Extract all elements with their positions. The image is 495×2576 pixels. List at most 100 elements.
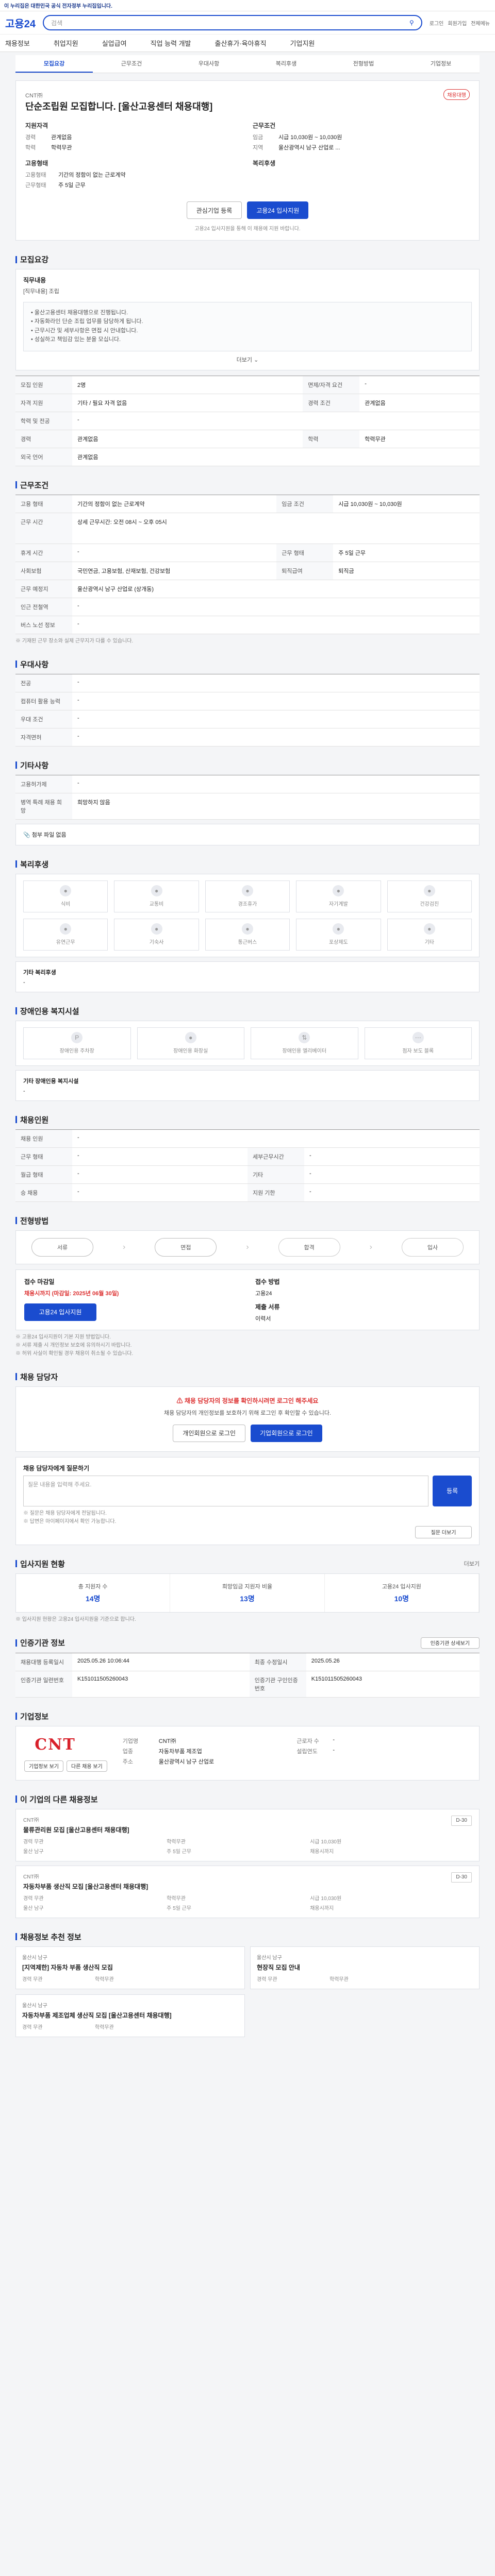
etc-section-title: 기타사항 [15, 760, 480, 771]
tab-company[interactable]: 기업정보 [402, 55, 480, 73]
table-row: 버스 노선 정보 - [15, 616, 480, 634]
nav-training[interactable]: 직업 능력 개발 [151, 38, 191, 48]
disabled-etc-label: 기타 장애인용 복지시설 [23, 1078, 79, 1084]
company-title: 기업정보 [20, 1712, 49, 1721]
nav-jobs[interactable]: 채용정보 [5, 38, 30, 48]
note-item: • 자동화라인 단순 조립 업무를 담당하게 됩니다. [31, 318, 143, 325]
list-item[interactable]: CNT㈜ 물류관리원 모집 [울산고용센터 채용대행] 경력 무관 학력무관 시급 … [15, 1808, 480, 1861]
facility-item: ⇅ 장애인용 엘리베이터 [251, 1027, 358, 1059]
job-desc-text: [직무내용] 조립 [23, 289, 59, 295]
deadline-value: 채용시까지 (마감일: 2025년 06월 30일) [24, 1290, 119, 1297]
info-title: 인증기관 정보 [20, 1639, 65, 1648]
welfare-title: 복리후생 [20, 860, 49, 869]
status-more-link[interactable]: 더보기 [464, 1560, 480, 1568]
cond-key: 지역 [253, 145, 263, 151]
list-title[interactable]: 물류관리원 모집 [울산고용센터 채용대행] [23, 1825, 451, 1834]
stat-total: 총 지원자 수 14명 [16, 1573, 171, 1612]
question-submit-button[interactable]: 등록 [433, 1475, 472, 1506]
worktime-section-title: 채용인원 [15, 1114, 480, 1125]
table-row: 인근 전철역 - [15, 598, 480, 616]
table-row: 우대 조건 - [15, 710, 480, 728]
interest-button[interactable]: 관심기업 등록 [186, 201, 242, 219]
company-card: CNT 기업정보 보기 다른 채용 보기 기업명 CNT㈜ 근로자 수- 업종 자동차… [15, 1725, 480, 1781]
list-item[interactable]: 울산시 남구 [지역제한] 자동차 부품 생산직 모집 경력 무관 학력무관 [15, 1946, 245, 1989]
search-icon[interactable]: ⚲ [409, 19, 414, 26]
tab-process[interactable]: 전형방법 [325, 55, 402, 73]
gov-banner: 이 누리집은 대한민국 공식 전자정부 누리집입니다. [0, 0, 495, 11]
personal-login-button[interactable]: 개인회원으로 로그인 [173, 1424, 245, 1442]
bus-icon: ● [241, 923, 253, 935]
chevron-down-icon: ⌄ [254, 357, 259, 363]
list-title[interactable]: [지역제한] 자동차 부품 생산직 모집 [22, 1963, 238, 1972]
recruit-section-title: 모집요강 [15, 254, 480, 265]
question-notes: ※ 질문은 채용 담당자에게 전달됩니다. ※ 답변은 마이페이지에서 확인 가… [23, 1510, 117, 1524]
list-title[interactable]: 자동차부품 제조업체 생산직 모집 [울산고용센터 채용대행] [22, 2011, 238, 2020]
prefer-section-title: 우대사항 [15, 659, 480, 670]
welfare-item: ● 통근버스 [205, 918, 290, 951]
table-row: 승 채용 - 지원 기한 - [15, 1183, 480, 1202]
apply-button[interactable]: 고용24 입사지원 [247, 201, 309, 219]
list-item[interactable]: CNT㈜ 자동차부품 생산직 모집 [울산고용센터 채용대행] 경력 무관 학력무… [15, 1865, 480, 1918]
site-logo[interactable]: 고용24 [5, 15, 36, 30]
list-company: CNT㈜ [23, 1874, 39, 1880]
worktime-title: 채용인원 [20, 1115, 49, 1125]
menu-link[interactable]: 전체메뉴 [471, 19, 490, 27]
list-item[interactable]: 울산시 남구 현장직 모집 안내 경력 무관 학력무관 [250, 1946, 480, 1989]
welfare-etc-label: 기타 복리후생 [23, 969, 56, 976]
attach-text: 첨부 파일 없음 [31, 832, 67, 838]
dday-badge: D-30 [451, 1815, 472, 1826]
company-login-button[interactable]: 기업회원으로 로그인 [251, 1424, 322, 1442]
tab-welfare[interactable]: 복리후생 [248, 55, 325, 73]
reward-icon: ● [333, 923, 344, 935]
nav-business[interactable]: 기업지원 [290, 38, 315, 48]
list-title[interactable]: 현장직 모집 안내 [257, 1963, 473, 1972]
qual-value: 관계없음 [51, 134, 72, 141]
contact-section-title: 채용 담당자 [15, 1371, 480, 1382]
nav-leave[interactable]: 출산휴가·육아휴직 [215, 38, 267, 48]
step-join: 입사 [401, 1238, 464, 1257]
parking-icon: P [71, 1032, 83, 1044]
nav-unemployment[interactable]: 실업급여 [102, 38, 127, 48]
table-row: 자격면허 - [15, 728, 480, 747]
login-link[interactable]: 로그인 [430, 19, 444, 27]
signup-link[interactable]: 회원가입 [448, 19, 467, 27]
gov-text: 이 누리집은 대한민국 공식 전자정부 누리집입니다. [4, 4, 112, 9]
table-row: 근무 시간 상세 근무시간: 오전 08시 ~ 오후 05시 [15, 513, 480, 544]
tab-prefer[interactable]: 우대사항 [170, 55, 248, 73]
company-jobs-button[interactable]: 다른 채용 보기 [66, 1760, 107, 1772]
contact-text: 채용 담당자의 개인정보를 보호하기 위해 로그인 후 확인할 수 있습니다. [163, 1410, 332, 1416]
table-row: 컴퓨터 활용 능력 - [15, 692, 480, 710]
list-title[interactable]: 자동차부품 생산직 모집 [울산고용센터 채용대행] [23, 1882, 451, 1891]
nav-employment[interactable]: 취업지원 [54, 38, 78, 48]
company-name: CNT㈜ [25, 93, 43, 99]
prefer-title: 우대사항 [20, 660, 49, 669]
arrow-right-icon: › [123, 1242, 126, 1251]
facility-item: ● 장애인용 화장실 [137, 1027, 244, 1059]
list-item[interactable]: 울산시 남구 자동차부품 제조업체 생산직 모집 [울산고용센터 채용대행] 경… [15, 1994, 245, 2037]
company-info-button[interactable]: 기업정보 보기 [24, 1760, 63, 1772]
deadline-heading: 접수 마감일 [24, 1278, 55, 1285]
question-input[interactable]: 질문 내용을 입력해 주세요. [23, 1475, 429, 1506]
submit-heading: 제출 서류 [255, 1303, 280, 1311]
apply-button-2[interactable]: 고용24 입사지원 [24, 1303, 96, 1321]
welfare-item: ● 포상제도 [296, 918, 381, 951]
company-logo: CNT [35, 1736, 76, 1754]
step-interview: 면접 [155, 1238, 217, 1257]
table-row: 근무 예정지 울산광역시 남구 산업로 (상개동) [15, 580, 480, 598]
more-button[interactable]: 더보기 ⌄ [23, 355, 472, 364]
qual-heading: 지원자격 [25, 122, 48, 129]
submit-value: 이력서 [255, 1315, 271, 1322]
question-heading: 채용 담당자에게 질문하기 [23, 1464, 90, 1472]
info-detail-button[interactable]: 인증기관 상세보기 [420, 1637, 480, 1649]
table-row: 근무 형태 - 세부근무시간 - [15, 1147, 480, 1166]
table-row: 외국 언어 관계없음 [15, 448, 480, 466]
recruit-title: 모집요강 [20, 256, 49, 264]
info-section-title: 인증기관 정보 인증기관 상세보기 [15, 1637, 480, 1649]
tab-work[interactable]: 근무조건 [93, 55, 170, 73]
stat-wage: 희망임금 지원자 비율 13명 [170, 1573, 325, 1612]
status-note: ※ 입사지원 현황은 고용24 입사지원을 기준으로 합니다. [15, 1616, 136, 1622]
question-more-button[interactable]: 질문 더보기 [415, 1526, 472, 1538]
tab-recruit[interactable]: 모집요강 [15, 55, 93, 73]
search-input[interactable]: 검색 ⚲ [43, 15, 422, 30]
question-box: 채용 담당자에게 질문하기 질문 내용을 입력해 주세요. 등록 ※ 질문은 채… [15, 1456, 480, 1545]
